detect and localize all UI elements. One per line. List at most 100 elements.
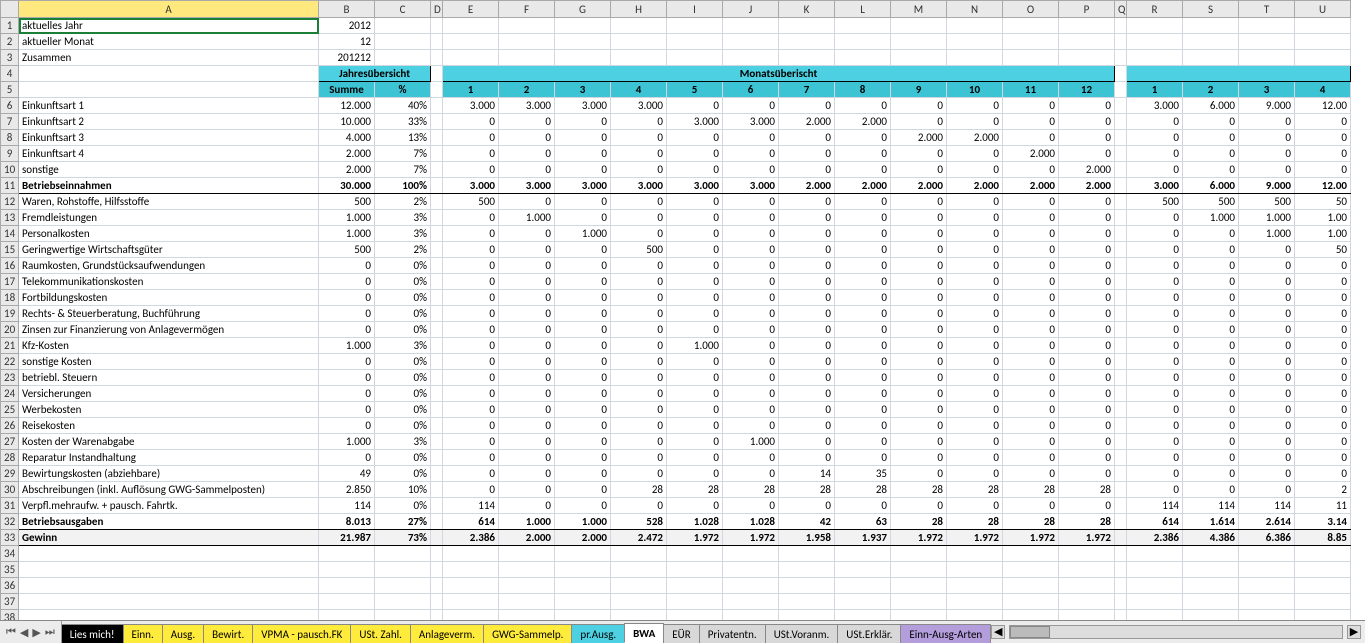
worksheet-grid[interactable]: ABCDEFGHIJKLMNOPQRSTU1aktuelles Jahr2012… <box>0 0 1351 620</box>
sheet-tab[interactable]: Bewirt. <box>203 624 253 643</box>
row-header[interactable]: 14 <box>1 226 19 242</box>
sheet-tab[interactable]: Anlageverm. <box>410 624 484 643</box>
column-header-I[interactable]: I <box>667 1 723 18</box>
row-header[interactable]: 12 <box>1 194 19 210</box>
row-label[interactable]: Verpfl.mehraufw. + pausch. Fahrtk. <box>19 498 319 514</box>
row-header[interactable]: 36 <box>1 578 19 594</box>
row-label[interactable]: sonstige <box>19 162 319 178</box>
column-header-K[interactable]: K <box>779 1 835 18</box>
row-label[interactable]: Einkunftsart 3 <box>19 130 319 146</box>
row-label[interactable]: Zinsen zur Finanzierung von Anlagevermög… <box>19 322 319 338</box>
row-header[interactable]: 24 <box>1 386 19 402</box>
row-label[interactable]: Kfz-Kosten <box>19 338 319 354</box>
column-header-M[interactable]: M <box>891 1 947 18</box>
annual-header[interactable]: Jahresübersicht <box>319 66 431 82</box>
row-header[interactable]: 21 <box>1 338 19 354</box>
nav-prev-icon[interactable]: ◀ <box>20 626 28 639</box>
month-header[interactable]: 9 <box>891 82 947 98</box>
row-header[interactable]: 18 <box>1 290 19 306</box>
row-label[interactable]: Betriebsausgaben <box>19 514 319 530</box>
column-header-O[interactable]: O <box>1003 1 1059 18</box>
month-header[interactable]: 12 <box>1059 82 1115 98</box>
row-header[interactable]: 7 <box>1 114 19 130</box>
column-header-G[interactable]: G <box>555 1 611 18</box>
month-header[interactable]: 6 <box>723 82 779 98</box>
row-header[interactable]: 8 <box>1 130 19 146</box>
row-header[interactable]: 31 <box>1 498 19 514</box>
row-header[interactable]: 33 <box>1 530 19 546</box>
row-label[interactable]: Einkunftsart 2 <box>19 114 319 130</box>
row-header[interactable]: 20 <box>1 322 19 338</box>
column-header-N[interactable]: N <box>947 1 1003 18</box>
row-header[interactable]: 34 <box>1 546 19 562</box>
row-header[interactable]: 38 <box>1 610 19 621</box>
sheet-tab[interactable]: Privatentn. <box>699 624 766 643</box>
row-label[interactable]: Kosten der Warenabgabe <box>19 434 319 450</box>
row-header[interactable]: 17 <box>1 274 19 290</box>
sheet-tab[interactable]: Einn-Ausg-Arten <box>900 624 991 643</box>
meta-label[interactable]: Zusammen <box>19 50 319 66</box>
month-header[interactable]: 8 <box>835 82 891 98</box>
row-header[interactable]: 1 <box>1 18 19 34</box>
row-header[interactable]: 32 <box>1 514 19 530</box>
month-header[interactable]: 7 <box>779 82 835 98</box>
row-label[interactable]: Betriebseinnahmen <box>19 178 319 194</box>
row-header[interactable]: 4 <box>1 66 19 82</box>
column-header-E[interactable]: E <box>443 1 499 18</box>
month-header[interactable]: 3 <box>555 82 611 98</box>
row-header[interactable]: 2 <box>1 34 19 50</box>
row-label[interactable]: Versicherungen <box>19 386 319 402</box>
column-header-R[interactable]: R <box>1127 1 1183 18</box>
sheet-tab[interactable]: VPMA - pausch.FK <box>252 624 351 643</box>
row-header[interactable]: 19 <box>1 306 19 322</box>
row-label[interactable]: Gewinn <box>19 530 319 546</box>
row-label[interactable]: Reparatur Instandhaltung <box>19 450 319 466</box>
row-label[interactable]: Abschreibungen (inkl. Auflösung GWG-Samm… <box>19 482 319 498</box>
row-header[interactable]: 35 <box>1 562 19 578</box>
row-label[interactable]: Waren, Rohstoffe, Hilfsstoffe <box>19 194 319 210</box>
scroll-right-icon[interactable]: ▶ <box>1347 625 1361 639</box>
row-header[interactable]: 25 <box>1 402 19 418</box>
sheet-tab[interactable]: pr.Ausg. <box>571 624 625 643</box>
column-header-D[interactable]: D <box>431 1 443 18</box>
meta-value[interactable]: 2012 <box>319 18 375 34</box>
sheet-tab[interactable]: Ausg. <box>162 624 204 643</box>
row-label[interactable]: betriebl. Steuern <box>19 370 319 386</box>
nav-last-icon[interactable]: ⏭ <box>45 625 55 639</box>
row-header[interactable]: 16 <box>1 258 19 274</box>
sheet-tab[interactable]: Einn. <box>123 624 163 643</box>
row-header[interactable]: 9 <box>1 146 19 162</box>
row-header[interactable]: 6 <box>1 98 19 114</box>
column-header-P[interactable]: P <box>1059 1 1115 18</box>
month-header[interactable]: 5 <box>667 82 723 98</box>
row-label[interactable]: Personalkosten <box>19 226 319 242</box>
column-header-C[interactable]: C <box>375 1 431 18</box>
row-label[interactable]: Einkunftsart 1 <box>19 98 319 114</box>
right-month-header[interactable]: 3 <box>1239 82 1295 98</box>
nav-first-icon[interactable]: ⏮ <box>6 625 16 639</box>
row-header[interactable]: 22 <box>1 354 19 370</box>
month-header[interactable]: 10 <box>947 82 1003 98</box>
month-header[interactable]: 4 <box>611 82 667 98</box>
sheet-tab[interactable]: Lies mich! <box>62 624 124 643</box>
monthly-header[interactable]: Monatsüberischt <box>443 66 1115 82</box>
row-label[interactable]: Rechts- & Steuerberatung, Buchführung <box>19 306 319 322</box>
row-header[interactable]: 11 <box>1 178 19 194</box>
row-label[interactable]: sonstige Kosten <box>19 354 319 370</box>
spreadsheet-area[interactable]: ABCDEFGHIJKLMNOPQRSTU1aktuelles Jahr2012… <box>0 0 1365 620</box>
column-header-Q[interactable]: Q <box>1115 1 1127 18</box>
row-header[interactable]: 30 <box>1 482 19 498</box>
row-header[interactable]: 10 <box>1 162 19 178</box>
row-header[interactable]: 27 <box>1 434 19 450</box>
month-header[interactable]: 11 <box>1003 82 1059 98</box>
row-label[interactable]: Fremdleistungen <box>19 210 319 226</box>
row-header[interactable]: 13 <box>1 210 19 226</box>
right-month-header[interactable]: 1 <box>1127 82 1183 98</box>
month-header[interactable]: 2 <box>499 82 555 98</box>
row-header[interactable]: 29 <box>1 466 19 482</box>
meta-label[interactable]: aktuelles Jahr <box>19 18 319 34</box>
row-header[interactable]: 23 <box>1 370 19 386</box>
column-header-T[interactable]: T <box>1239 1 1295 18</box>
right-header[interactable] <box>1127 66 1351 82</box>
row-label[interactable]: Geringwertige Wirtschaftsgüter <box>19 242 319 258</box>
